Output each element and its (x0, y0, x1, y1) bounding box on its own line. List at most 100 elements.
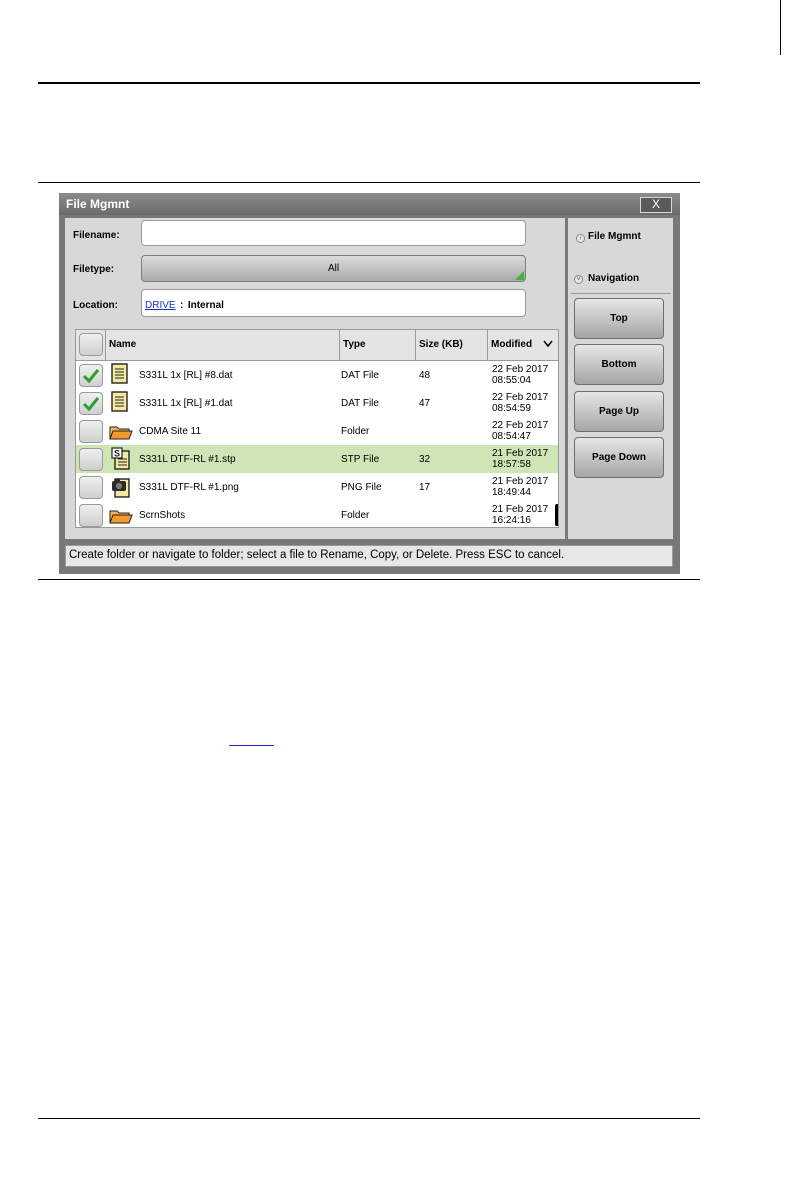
file-name: ScrnShots (139, 510, 186, 521)
table-row[interactable]: CDMA Site 11 Folder 22 Feb 2017 08:54:47 (76, 417, 558, 445)
document-icon (111, 363, 129, 390)
modified-date: 21 Feb 2017 (492, 504, 549, 515)
filetype-value: All (327, 263, 340, 274)
modified-time: 08:55:04 (492, 375, 531, 386)
table-row[interactable]: S331L 1x [RL] #8.dat DAT File 48 22 Feb 201… (76, 361, 558, 389)
file-type: Folder (341, 426, 370, 437)
table-header: Name Type Size (KB) Modified (76, 330, 558, 361)
checkmark-icon (82, 369, 100, 384)
file-mgmnt-menu-label: File Mgmnt (588, 231, 641, 242)
title-bar: File Mgmnt X (59, 193, 680, 215)
filename-label: Filename: (73, 230, 120, 241)
row-checkbox[interactable] (79, 504, 103, 527)
column-type-label: Type (343, 339, 366, 350)
file-size: 47 (419, 398, 431, 409)
file-name: CDMA Site 11 (139, 426, 202, 437)
column-type[interactable]: Type (339, 330, 415, 360)
file-size: 32 (419, 454, 431, 465)
file-management-dialog: File Mgmnt X Filename: Filetype: All Loc… (59, 193, 680, 574)
page-up-button-label: Page Up (598, 406, 639, 417)
camera-icon (111, 475, 131, 504)
location-label: Location: (73, 300, 118, 311)
column-modified-label: Modified (491, 339, 533, 350)
location-separator: : (180, 300, 184, 311)
file-size: 17 (419, 482, 431, 493)
svg-text:S: S (114, 449, 120, 459)
footer-rule (38, 1118, 700, 1119)
scrollbar-thumb[interactable] (555, 504, 558, 526)
drive-link[interactable]: DRIVE (145, 300, 176, 311)
modified-time: 16:24:16 (492, 515, 531, 526)
dialog-title: File Mgmnt (66, 197, 130, 211)
table-row[interactable]: S S331L DTF-RL #1.stp STP File 32 21 Feb 201… (76, 445, 558, 473)
side-panel: › File Mgmnt ˅ Navigation Top Bottom Pag… (568, 218, 673, 539)
figure-top-rule (38, 182, 700, 183)
modified-date: 21 Feb 2017 (492, 448, 549, 459)
row-checkbox[interactable] (79, 476, 103, 499)
row-checkbox[interactable] (79, 420, 103, 443)
file-type: Folder (341, 510, 370, 521)
filetype-label: Filetype: (73, 264, 115, 275)
select-all-checkbox[interactable] (79, 333, 103, 356)
file-type: DAT File (341, 398, 379, 409)
modified-time: 18:49:44 (492, 487, 531, 498)
column-modified[interactable]: Modified (487, 330, 558, 360)
modified-time: 08:54:47 (492, 431, 531, 442)
table-row[interactable]: S331L DTF-RL #1.png PNG File 17 21 Feb 2017… (76, 473, 558, 501)
file-name: S331L DTF-RL #1.stp (139, 454, 236, 465)
modified-time: 08:54:59 (492, 403, 531, 414)
bottom-button-label: Bottom (601, 359, 637, 370)
modified-date: 22 Feb 2017 (492, 420, 549, 431)
folder-icon (109, 507, 133, 527)
file-type: DAT File (341, 370, 379, 381)
row-checkbox[interactable] (79, 364, 103, 387)
column-name-label: Name (109, 339, 137, 350)
filetype-dropdown[interactable]: All (141, 255, 526, 282)
file-name: S331L 1x [RL] #8.dat (139, 370, 233, 381)
file-table: Name Type Size (KB) Modified S331L 1x [R… (75, 329, 559, 528)
close-button[interactable]: X (640, 197, 672, 213)
modified-time: 18:57:58 (492, 459, 531, 470)
setup-file-icon: S (111, 447, 131, 476)
figure-bottom-rule (38, 579, 700, 580)
modified-date: 22 Feb 2017 (492, 392, 549, 403)
reference-link[interactable] (229, 733, 274, 746)
status-text: Create folder or navigate to folder; sel… (69, 549, 565, 561)
status-bar: Create folder or navigate to folder; sel… (65, 545, 673, 567)
file-name: S331L 1x [RL] #1.dat (139, 398, 233, 409)
modified-date: 21 Feb 2017 (492, 476, 549, 487)
file-name: S331L DTF-RL #1.png (139, 482, 239, 493)
top-button[interactable]: Top (574, 298, 664, 339)
dropdown-corner-icon (515, 271, 524, 280)
page-down-button-label: Page Down (592, 452, 646, 463)
page-up-button[interactable]: Page Up (574, 391, 664, 432)
folder-icon (109, 423, 133, 446)
bottom-button[interactable]: Bottom (574, 344, 664, 385)
location-value: Internal (187, 300, 224, 311)
row-checkbox[interactable] (79, 448, 103, 471)
checkmark-icon (82, 397, 100, 412)
chevron-right-icon: › (576, 234, 585, 243)
header-rule (38, 82, 700, 84)
sort-chevron-down-icon (543, 340, 553, 348)
close-icon: X (651, 197, 660, 211)
column-name[interactable]: Name (105, 330, 339, 360)
file-size: 48 (419, 370, 431, 381)
side-divider (571, 293, 671, 294)
table-row[interactable]: S331L 1x [RL] #1.dat DAT File 47 22 Feb 201… (76, 389, 558, 417)
row-checkbox[interactable] (79, 392, 103, 415)
column-size-label: Size (KB) (419, 339, 463, 350)
document-icon (111, 391, 129, 418)
crop-mark (780, 0, 781, 55)
location-field: DRIVE : Internal (141, 289, 526, 317)
filename-input[interactable] (141, 220, 526, 246)
page-down-button[interactable]: Page Down (574, 437, 664, 478)
navigation-label: Navigation (588, 273, 640, 284)
file-type: PNG File (341, 482, 382, 493)
modified-date: 22 Feb 2017 (492, 364, 549, 375)
table-row[interactable]: ScrnShots Folder 21 Feb 2017 16:24:16 (76, 501, 558, 527)
chevron-down-icon: ˅ (574, 275, 583, 284)
column-size[interactable]: Size (KB) (415, 330, 487, 360)
main-panel: Filename: Filetype: All Location: DRIVE … (65, 218, 565, 539)
top-button-label: Top (610, 313, 628, 324)
